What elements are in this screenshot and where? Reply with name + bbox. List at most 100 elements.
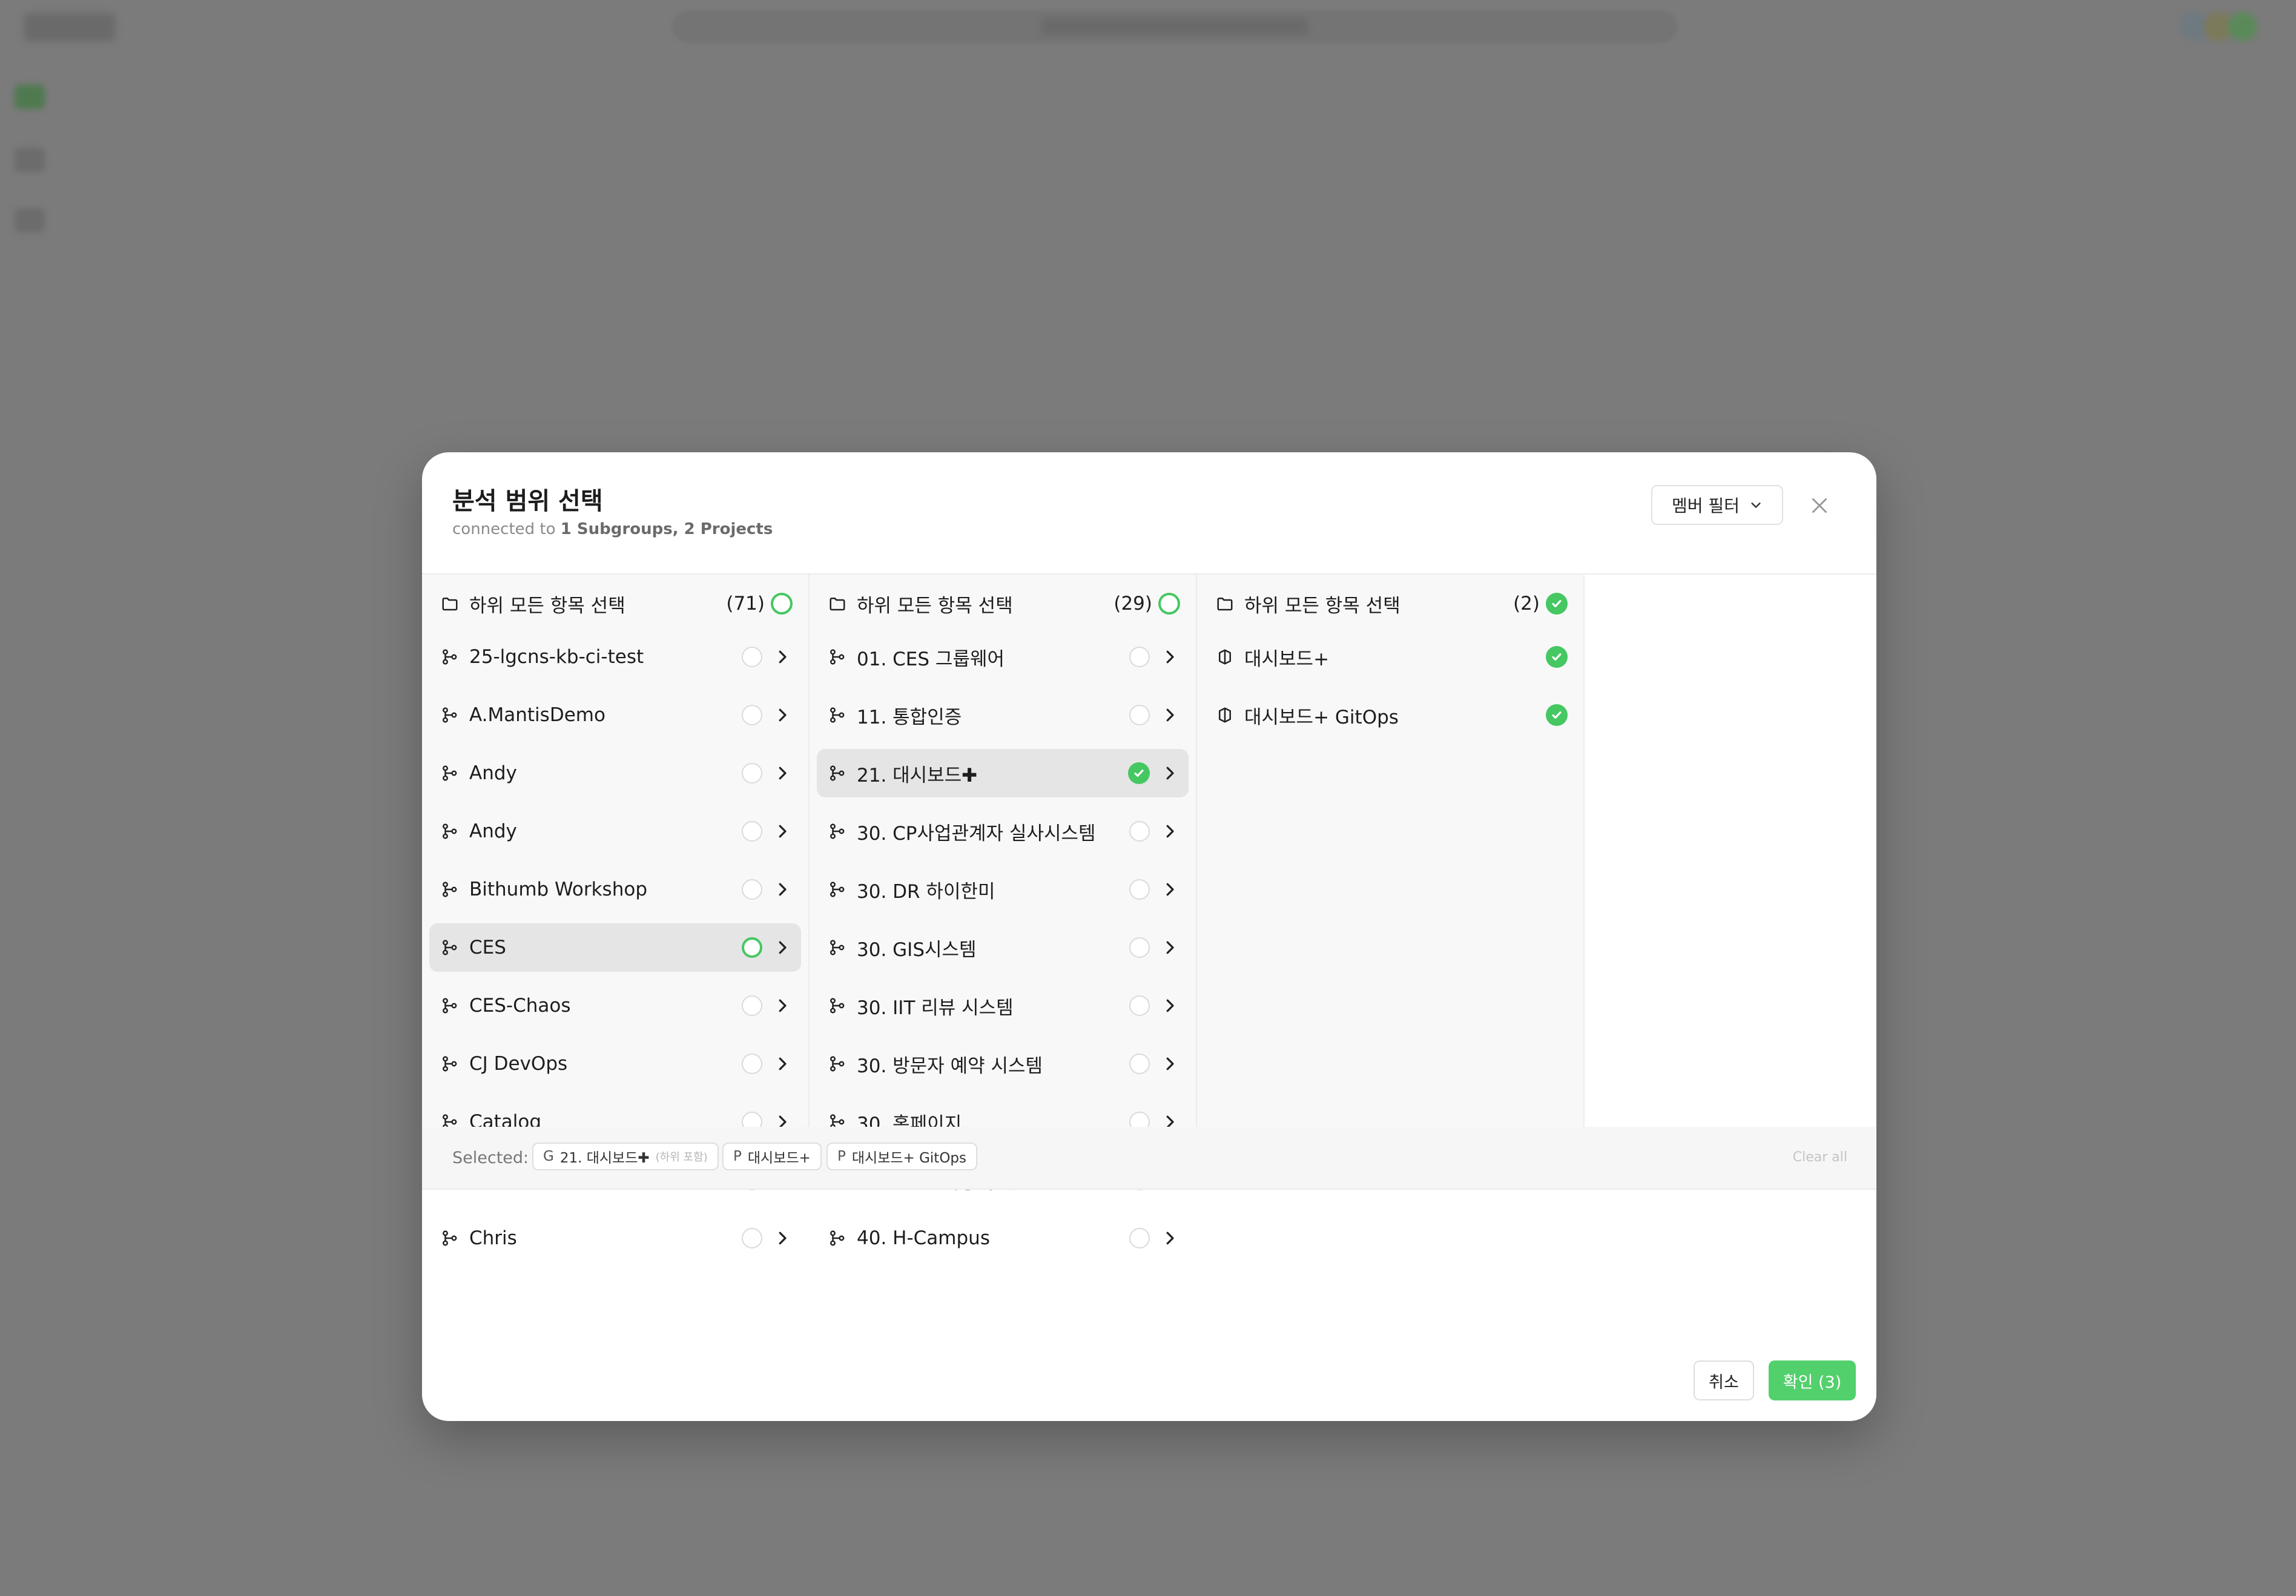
- subgroup-row[interactable]: CJ DevOps: [429, 1040, 801, 1088]
- chevron-right-icon[interactable]: [773, 880, 791, 899]
- modal-title: 분석 범위 선택: [452, 487, 603, 515]
- selected-chip[interactable]: P 대시보드+ GitOps: [826, 1143, 978, 1170]
- selection-radio[interactable]: [1129, 937, 1150, 958]
- subgroup-row[interactable]: 30. IIT 리뷰 시스템: [817, 981, 1189, 1030]
- subgroup-icon: [440, 996, 460, 1015]
- subgroup-row[interactable]: 25-lgcns-kb-ci-test: [429, 633, 801, 681]
- subgroup-row[interactable]: CES: [429, 923, 801, 972]
- selection-radio[interactable]: [742, 763, 762, 783]
- row-label: 30. 방문자 예약 시스템: [857, 1055, 1043, 1077]
- selected-chip[interactable]: P 대시보드+: [722, 1143, 822, 1170]
- row-label: CES: [469, 937, 506, 958]
- chevron-right-icon[interactable]: [773, 764, 791, 782]
- selection-radio[interactable]: [742, 1054, 762, 1074]
- selection-radio[interactable]: [742, 821, 762, 842]
- row-label: 30. IIT 리뷰 시스템: [857, 997, 1014, 1019]
- check-icon: [1134, 770, 1144, 777]
- select-all-row[interactable]: 하위 모든 항목 선택 (29): [817, 575, 1189, 633]
- selection-radio[interactable]: [742, 879, 762, 900]
- selection-radio[interactable]: [1129, 995, 1150, 1016]
- row-label: A.MantisDemo: [469, 704, 605, 726]
- selection-radio[interactable]: [1158, 593, 1180, 615]
- chevron-right-icon[interactable]: [773, 822, 791, 840]
- chevron-right-icon[interactable]: [1161, 1229, 1179, 1247]
- subgroup-icon: [828, 1054, 847, 1073]
- subgroup-row[interactable]: Chris: [429, 1214, 801, 1262]
- subgroup-row[interactable]: 01. CES 그룹웨어: [817, 633, 1189, 681]
- chevron-right-icon[interactable]: [773, 938, 791, 957]
- confirm-button[interactable]: 확인 (3): [1769, 1360, 1856, 1400]
- subgroup-row[interactable]: 30. DR 하이한미: [817, 865, 1189, 914]
- selection-radio[interactable]: [1129, 647, 1150, 667]
- chevron-right-icon[interactable]: [773, 997, 791, 1015]
- subgroup-icon: [440, 705, 460, 725]
- selection-radio[interactable]: [742, 937, 762, 958]
- selection-radio[interactable]: [771, 593, 793, 615]
- selection-radio[interactable]: [742, 1228, 762, 1248]
- chevron-right-icon[interactable]: [773, 648, 791, 666]
- check-icon: [1552, 600, 1562, 607]
- chevron-right-icon[interactable]: [773, 1229, 791, 1247]
- selection-radio[interactable]: [1129, 1228, 1150, 1248]
- selection-check-icon[interactable]: [1128, 762, 1150, 784]
- chevron-right-icon[interactable]: [1161, 706, 1179, 724]
- subgroup-row[interactable]: 30. 방문자 예약 시스템: [817, 1040, 1189, 1088]
- select-all-label: 하위 모든 항목 선택: [857, 595, 1013, 617]
- select-all-row[interactable]: 하위 모든 항목 선택 (2): [1204, 575, 1576, 633]
- row-label: Chris: [469, 1227, 517, 1249]
- row-label: 21. 대시보드✚: [857, 764, 978, 786]
- subgroup-icon: [440, 763, 460, 783]
- chevron-right-icon[interactable]: [1161, 648, 1179, 666]
- row-label: 30. CP사업관계자 실사시스템: [857, 822, 1096, 845]
- column-subgroups: 하위 모든 항목 선택 (29) 01. CES 그룹웨어 11. 통합인증 21. 대…: [810, 575, 1197, 1249]
- chip-label: 대시보드+ GitOps: [851, 1150, 967, 1166]
- subgroup-icon: [440, 938, 460, 957]
- project-row[interactable]: 대시보드+: [1204, 633, 1576, 681]
- chevron-right-icon[interactable]: [773, 706, 791, 724]
- chevron-right-icon[interactable]: [1161, 880, 1179, 899]
- close-button[interactable]: [1803, 489, 1836, 523]
- row-label: 대시보드+ GitOps: [1244, 706, 1399, 728]
- chip-type: G: [543, 1149, 554, 1164]
- selection-check-icon[interactable]: [1546, 593, 1568, 615]
- chip-type: P: [837, 1149, 846, 1164]
- subgroup-icon: [828, 647, 847, 667]
- selection-radio[interactable]: [1129, 879, 1150, 900]
- project-row[interactable]: 대시보드+ GitOps: [1204, 691, 1576, 739]
- chevron-right-icon[interactable]: [773, 1055, 791, 1073]
- chevron-right-icon[interactable]: [1161, 997, 1179, 1015]
- subgroup-row[interactable]: 40. H-Campus: [817, 1214, 1189, 1262]
- selection-radio[interactable]: [1129, 705, 1150, 725]
- chevron-right-icon[interactable]: [1161, 938, 1179, 957]
- selection-radio[interactable]: [1129, 1054, 1150, 1074]
- subgroup-row[interactable]: 21. 대시보드✚: [817, 749, 1189, 797]
- subgroup-row[interactable]: Bithumb Workshop: [429, 865, 801, 914]
- selection-radio[interactable]: [742, 705, 762, 725]
- column-empty: [1585, 575, 1876, 1127]
- select-all-row[interactable]: 하위 모든 항목 선택 (71): [429, 575, 801, 633]
- selection-check-icon[interactable]: [1546, 646, 1568, 668]
- modal-subtitle: connected to 1 Subgroups, 2 Projects: [452, 520, 773, 538]
- item-count: (29): [1113, 593, 1152, 615]
- member-filter-dropdown[interactable]: 멤버 필터: [1651, 485, 1783, 525]
- selection-radio[interactable]: [742, 647, 762, 667]
- selection-check-icon[interactable]: [1546, 704, 1568, 726]
- chevron-right-icon[interactable]: [1161, 822, 1179, 840]
- subgroup-row[interactable]: 30. GIS시스템: [817, 923, 1189, 972]
- chevron-right-icon[interactable]: [1161, 764, 1179, 782]
- selected-chip[interactable]: G 21. 대시보드✚ (하위 포함): [532, 1143, 719, 1170]
- selected-label: Selected:: [452, 1149, 529, 1167]
- selection-radio[interactable]: [742, 995, 762, 1016]
- chevron-right-icon[interactable]: [1161, 1055, 1179, 1073]
- subgroup-row[interactable]: 11. 통합인증: [817, 691, 1189, 739]
- subgroup-row[interactable]: CES-Chaos: [429, 981, 801, 1030]
- subgroup-row[interactable]: Andy: [429, 807, 801, 856]
- clear-all-link[interactable]: Clear all: [1793, 1150, 1847, 1165]
- chip-type: P: [733, 1149, 742, 1164]
- subgroup-row[interactable]: 30. CP사업관계자 실사시스템: [817, 807, 1189, 856]
- selection-radio[interactable]: [1129, 821, 1150, 842]
- subgroup-row[interactable]: A.MantisDemo: [429, 691, 801, 739]
- subgroup-row[interactable]: Andy: [429, 749, 801, 797]
- cancel-button[interactable]: 취소: [1694, 1360, 1754, 1400]
- subgroup-icon: [828, 705, 847, 725]
